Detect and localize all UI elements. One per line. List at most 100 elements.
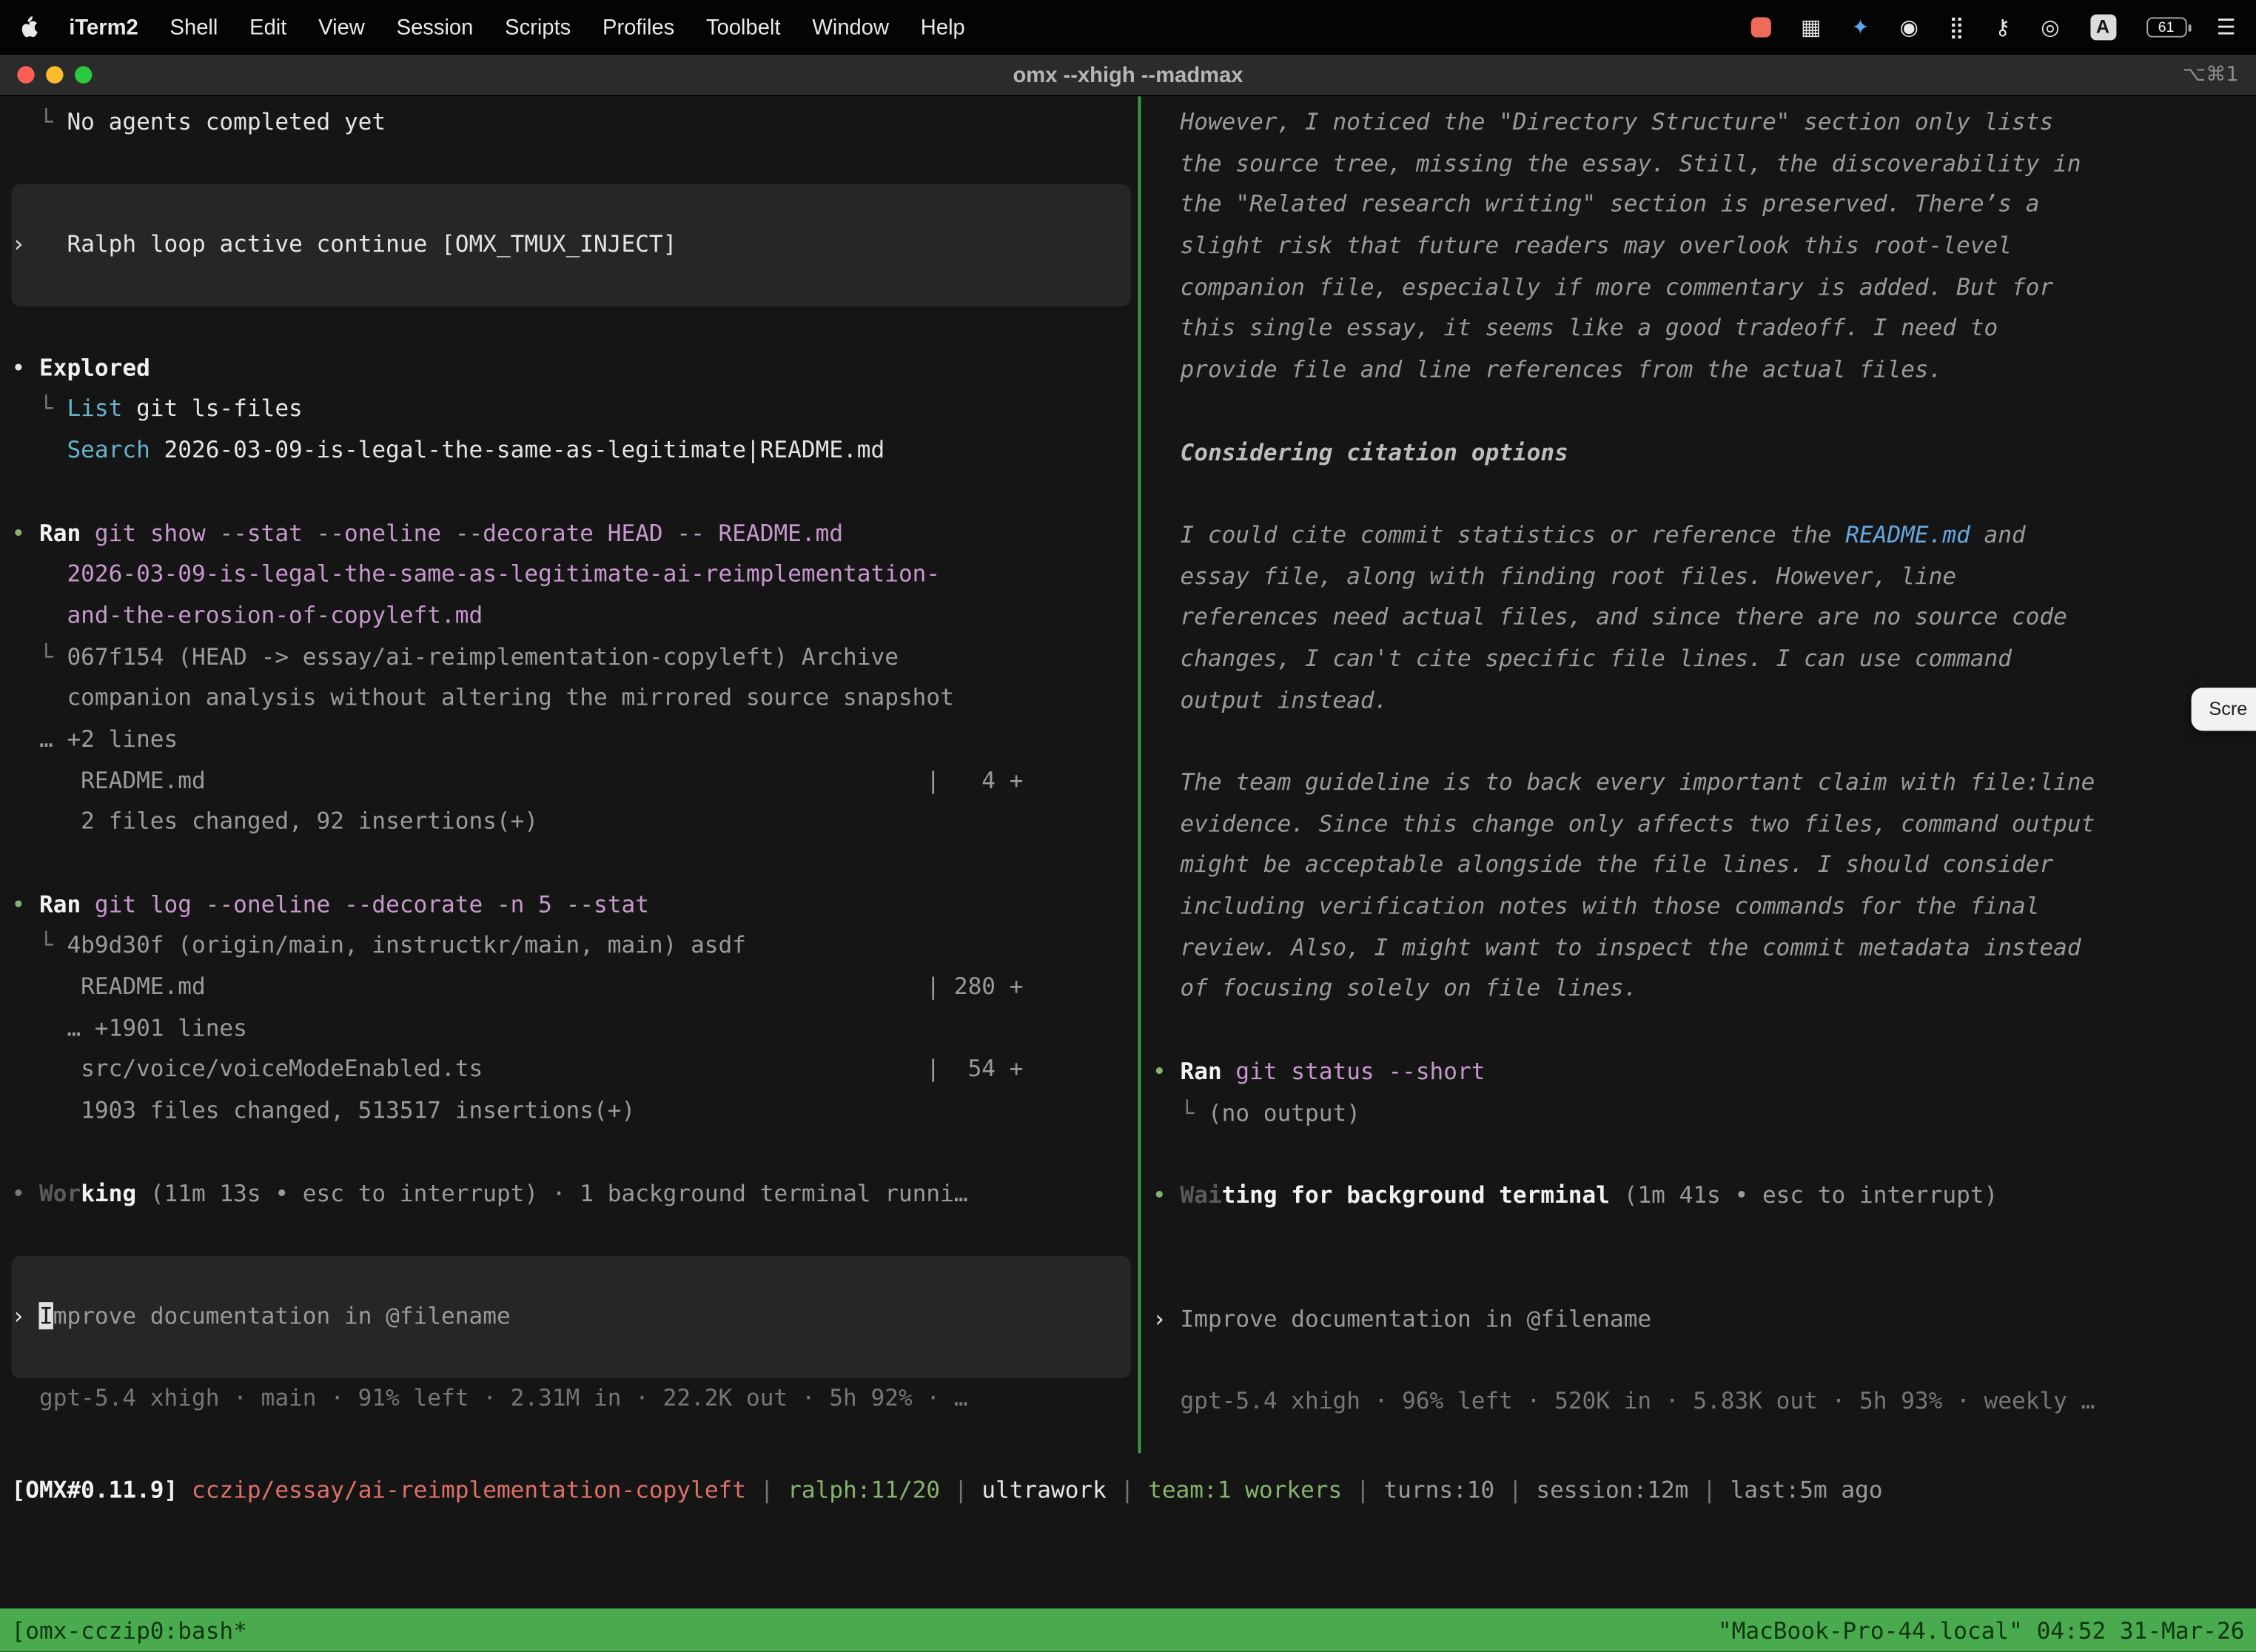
text-segment: Ralph loop active continue [OMX_TMUX_INJ… <box>67 231 677 258</box>
terminal-line: └ 067f154 (HEAD -> essay/ai-reimplementa… <box>12 637 1138 678</box>
terminal-line: The team guideline is to back every impo… <box>1152 762 2256 804</box>
text-segment: output instead. <box>1152 686 1388 713</box>
text-segment: 2026-03-09-is-legal-the-same-as-legitima… <box>150 436 884 463</box>
terminal-line: the source tree, missing the essay. Stil… <box>1152 144 2256 185</box>
text-segment <box>25 231 67 258</box>
menu-session[interactable]: Session <box>380 15 489 39</box>
tmux-panes: └ No agents completed yet › Ralph loop a… <box>0 96 2256 1453</box>
menu-scripts[interactable]: Scripts <box>489 15 587 39</box>
text-segment: └ <box>12 642 67 670</box>
text-segment: | <box>1494 1476 1536 1503</box>
text-segment: … +1901 lines <box>12 1014 247 1041</box>
ralph-loop-message: › Ralph loop active continue [OMX_TMUX_I… <box>12 225 1131 266</box>
prompt-input-box[interactable]: › Improve documentation in @filename <box>12 1256 1131 1378</box>
text-segment: List <box>67 394 122 422</box>
text-segment: • <box>12 1179 39 1206</box>
terminal-line: slight risk that future readers may over… <box>1152 226 2256 267</box>
menu-help[interactable]: Help <box>904 15 981 39</box>
text-segment: references need actual files, and since … <box>1152 603 2067 631</box>
text-segment: Explored <box>39 354 150 381</box>
input-source-icon[interactable]: A <box>2090 14 2116 40</box>
minimize-button[interactable] <box>46 66 63 83</box>
profile-icon[interactable]: ◎ <box>2041 16 2059 38</box>
text-segment: git show --stat --oneline --decorate HEA… <box>81 519 843 546</box>
menu-profiles[interactable]: Profiles <box>587 15 691 39</box>
blue-spark-icon[interactable]: ✦ <box>1851 16 1869 38</box>
notification-toast[interactable]: Scre <box>2192 688 2256 731</box>
text-segment: 1903 files changed, 513517 insertions(+) <box>12 1096 636 1124</box>
terminal-line: 2026-03-09-is-legal-the-same-as-legitima… <box>12 554 1138 596</box>
terminal-line: the "Related research writing" section i… <box>1152 185 2256 226</box>
text-segment: • <box>1152 1057 1180 1084</box>
text-segment: mprove documentation in @filename <box>53 1302 511 1329</box>
dark-disc-icon[interactable]: ◉ <box>1900 16 1918 38</box>
text-segment: (no output) <box>1208 1098 1360 1126</box>
terminal-line <box>1152 1217 2256 1258</box>
menu-toolbelt[interactable]: Toolbelt <box>691 15 796 39</box>
key-icon[interactable]: ⚷ <box>1995 16 2010 38</box>
text-segment: companion analysis without altering the … <box>12 684 954 711</box>
text-segment: 067f154 (HEAD -> essay/ai-reimplementati… <box>67 642 899 670</box>
terminal-line <box>12 471 1138 513</box>
terminal-line: … +2 lines <box>12 719 1138 761</box>
dots-grid-icon[interactable]: ⣿ <box>1949 16 1964 38</box>
text-segment: No agents completed yet <box>67 108 386 135</box>
text-segment: team:1 workers <box>1148 1476 1342 1503</box>
terminal-line: gpt-5.4 xhigh · 96% left · 520K in · 5.8… <box>1152 1382 2256 1423</box>
text-segment: I could cite commit statistics or refere… <box>1152 520 1845 548</box>
battery-icon[interactable]: 61 <box>2146 17 2186 37</box>
terminal-line: However, I noticed the "Directory Struct… <box>1152 102 2256 144</box>
window-title: omx --xhigh --madmax <box>1013 63 1243 87</box>
close-button[interactable] <box>17 66 34 83</box>
left-pane-status-line: gpt-5.4 xhigh · main · 91% left · 2.31M … <box>12 1377 1138 1419</box>
prompt-input[interactable]: › Improve documentation in @filename <box>12 1296 1131 1337</box>
text-segment: Wor <box>39 1179 81 1206</box>
control-center-icon[interactable]: ☰ <box>2217 16 2236 38</box>
menubar-menus: iTerm2ShellEditViewSessionScriptsProfile… <box>20 15 981 39</box>
menu-iterm2[interactable]: iTerm2 <box>53 15 154 39</box>
terminal-line: this single essay, it seems like a good … <box>1152 309 2256 350</box>
text-segment: companion file, especially if more comme… <box>1152 273 2053 300</box>
text-segment: • <box>12 354 39 381</box>
text-segment: The team guideline is to back every impo… <box>1152 768 2095 796</box>
terminal-line <box>1152 721 2256 762</box>
text-segment: However, I noticed the "Directory Struct… <box>1152 108 2053 135</box>
omx-status-bar: [OMX#0.11.9] cczip/essay/ai-reimplementa… <box>0 1453 2256 1511</box>
text-segment: might be acceptable alongside the file l… <box>1152 851 2053 879</box>
zoom-button[interactable] <box>75 66 92 83</box>
text-segment: ting for background terminal <box>1222 1181 1610 1209</box>
terminal-line: README.md | 280 + <box>12 967 1138 1008</box>
window-grid-icon[interactable]: ▦ <box>1801 16 1822 38</box>
text-segment: | <box>940 1476 981 1503</box>
menu-view[interactable]: View <box>303 15 380 39</box>
text-segment: Considering citation options <box>1152 438 1568 466</box>
omx-status-line: [OMX#0.11.9] cczip/essay/ai-reimplementa… <box>12 1471 2256 1512</box>
terminal-line: Considering citation options <box>1152 432 2256 474</box>
text-segment: • <box>12 890 39 918</box>
text-segment: Ran <box>1180 1057 1221 1084</box>
text-segment: including verification notes with those … <box>1152 892 2039 919</box>
terminal-line <box>1152 391 2256 432</box>
apple-menu-icon[interactable] <box>20 16 38 38</box>
menu-shell[interactable]: Shell <box>154 15 234 39</box>
text-segment: | <box>746 1476 788 1503</box>
text-segment: gpt-5.4 xhigh · 96% left · 520K in · 5.8… <box>1152 1388 2095 1415</box>
text-segment: evidence. Since this change only affects… <box>1152 810 2095 837</box>
terminal-line: • Working (11m 13s • esc to interrupt) ·… <box>12 1173 1138 1215</box>
terminal-line <box>1152 1010 2256 1052</box>
terminal-line: essay file, along with finding root file… <box>1152 556 2256 597</box>
terminal-line <box>12 1132 1138 1173</box>
right-terminal-pane: However, I noticed the "Directory Struct… <box>1141 96 2256 1453</box>
text-segment: src/voice/voiceModeEnabled.ts | 54 + <box>12 1055 1024 1083</box>
text-segment: › <box>1152 1305 1180 1332</box>
text-segment: Wai <box>1180 1181 1221 1209</box>
menu-edit[interactable]: Edit <box>234 15 303 39</box>
text-segment: › <box>12 231 26 258</box>
menu-window[interactable]: Window <box>796 15 904 39</box>
terminal-line <box>1152 1258 2256 1299</box>
text-segment: I <box>39 1302 53 1329</box>
screen-recording-indicator[interactable] <box>1750 17 1770 37</box>
text-segment: 4b9d30f (origin/main, instructkr/main, m… <box>67 931 746 958</box>
text-segment: turns:10 <box>1383 1476 1494 1503</box>
text-segment: review. Also, I might want to inspect th… <box>1152 933 2081 961</box>
